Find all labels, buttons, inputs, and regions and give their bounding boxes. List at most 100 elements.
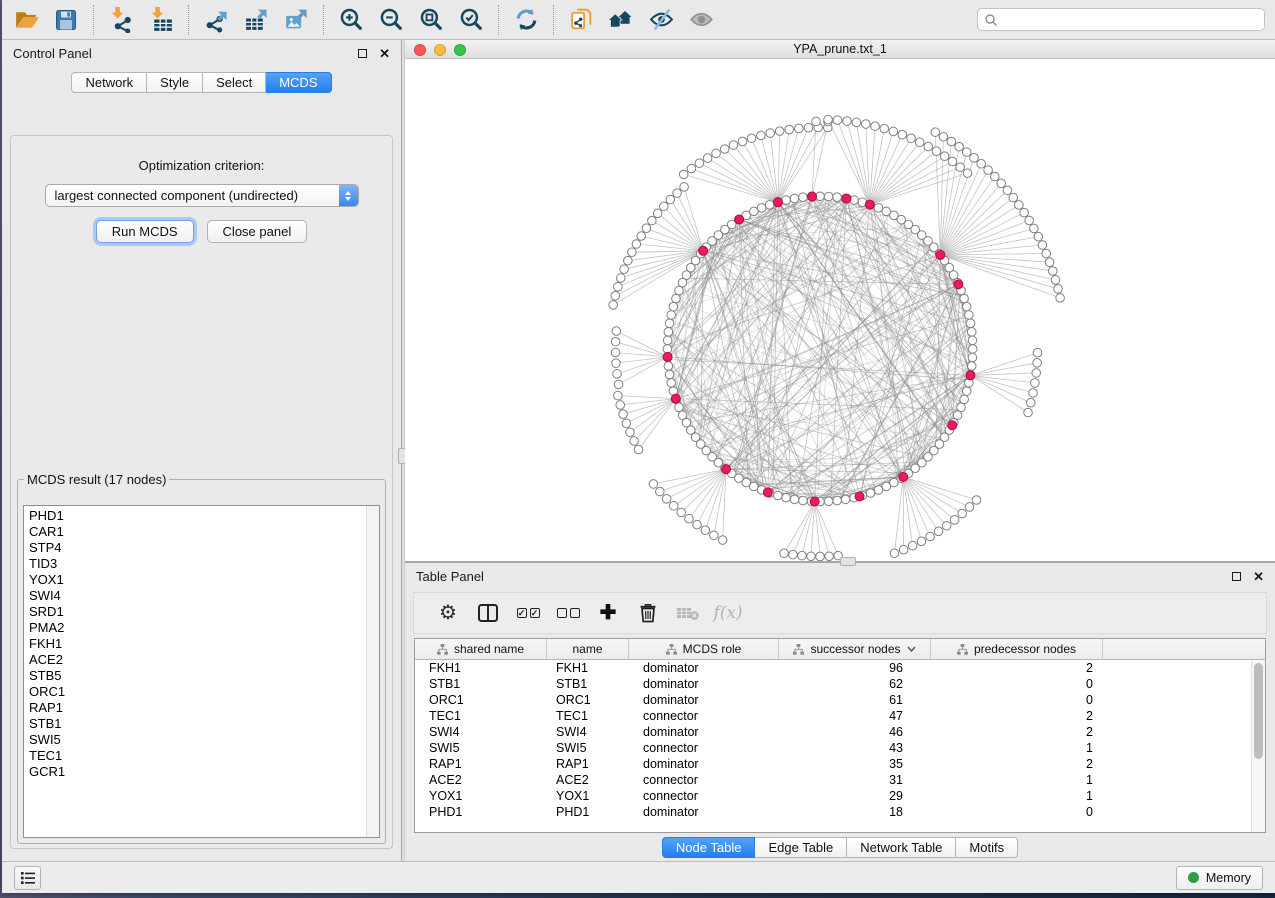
maximize-window-icon[interactable] — [454, 44, 466, 56]
mcds-result-item[interactable]: SWI4 — [24, 588, 365, 604]
mcds-result-item[interactable]: CAR1 — [24, 524, 365, 540]
select-all-columns-icon[interactable]: ✓✓ — [508, 596, 548, 630]
mcds-result-item[interactable]: PMA2 — [24, 620, 365, 636]
close-panel-button[interactable]: Close panel — [207, 220, 308, 243]
mcds-result-item[interactable]: SRD1 — [24, 604, 365, 620]
tab-style[interactable]: Style — [147, 72, 203, 93]
table-row[interactable]: TEC1TEC1connector472 — [415, 708, 1265, 724]
cell: YOX1 — [547, 789, 629, 803]
zoom-in-icon[interactable] — [331, 3, 371, 37]
mcds-result-item[interactable]: ORC1 — [24, 684, 365, 700]
mcds-result-item[interactable]: PHD1 — [24, 508, 365, 524]
search-input[interactable] — [1002, 13, 1258, 27]
close-panel-icon[interactable]: ✕ — [379, 47, 390, 60]
add-column-icon[interactable]: ✚ — [588, 596, 628, 630]
hide-selected-icon[interactable] — [641, 3, 681, 37]
mcds-result-item[interactable]: SWI5 — [24, 732, 365, 748]
table-tab-edge-table[interactable]: Edge Table — [755, 837, 847, 858]
table-row[interactable]: YOX1YOX1connector291 — [415, 788, 1265, 804]
save-icon[interactable] — [46, 3, 86, 37]
mcds-result-item[interactable]: GCR1 — [24, 764, 365, 780]
table-row[interactable]: RAP1RAP1dominator352 — [415, 756, 1265, 772]
export-table-icon[interactable] — [236, 3, 276, 37]
close-window-icon[interactable] — [414, 44, 426, 56]
import-network-icon[interactable] — [101, 3, 141, 37]
minimize-window-icon[interactable] — [434, 44, 446, 56]
mcds-result-item[interactable]: YOX1 — [24, 572, 365, 588]
deselect-all-columns-icon[interactable] — [548, 596, 588, 630]
mcds-result-list[interactable]: PHD1CAR1STP4TID3YOX1SWI4SRD1PMA2FKH1ACE2… — [23, 505, 380, 838]
table-body: FKH1FKH1dominator962STB1STB1dominator620… — [415, 660, 1265, 832]
table-tab-motifs[interactable]: Motifs — [956, 837, 1018, 858]
refresh-icon[interactable] — [506, 3, 546, 37]
export-image-icon[interactable] — [276, 3, 316, 37]
close-table-panel-icon[interactable]: ✕ — [1253, 570, 1264, 583]
cell: 2 — [931, 709, 1103, 723]
first-neighbors-icon[interactable] — [601, 3, 641, 37]
horizontal-splitter-handle[interactable] — [840, 557, 856, 566]
right-column: YPA_prune.txt_1 Table Panel ✕ ⚙ — [405, 40, 1275, 861]
zoom-fit-icon[interactable] — [411, 3, 451, 37]
mcds-result-item[interactable]: RAP1 — [24, 700, 365, 716]
network-canvas[interactable] — [405, 59, 1275, 561]
toolbar-separator — [323, 5, 324, 35]
cell: 1 — [931, 773, 1103, 787]
cell: 2 — [931, 661, 1103, 675]
import-table-icon[interactable] — [141, 3, 181, 37]
column-header-predecessor-nodes[interactable]: predecessor nodes — [931, 639, 1103, 659]
cell: dominator — [629, 757, 779, 771]
run-mcds-button[interactable]: Run MCDS — [96, 220, 194, 243]
table-row[interactable]: STB1STB1dominator620 — [415, 676, 1265, 692]
table-settings-icon[interactable]: ⚙ — [428, 596, 468, 630]
mcds-tab-content: Optimization criterion: largest connecte… — [10, 135, 393, 849]
show-all-icon[interactable] — [681, 3, 721, 37]
cell: dominator — [629, 805, 779, 819]
cell: 96 — [779, 661, 931, 675]
float-panel-icon[interactable] — [358, 49, 367, 58]
tab-select[interactable]: Select — [203, 72, 266, 93]
delete-column-icon[interactable] — [628, 596, 668, 630]
mcds-result-item[interactable]: TEC1 — [24, 748, 365, 764]
cell: 35 — [779, 757, 931, 771]
mcds-result-item[interactable]: STB1 — [24, 716, 365, 732]
mcds-result-item[interactable]: ACE2 — [24, 652, 365, 668]
list-scrollbar[interactable] — [366, 506, 379, 837]
cell: ACE2 — [415, 773, 547, 787]
zoom-selected-icon[interactable] — [451, 3, 491, 37]
scrollbar-thumb[interactable] — [1254, 663, 1263, 759]
column-header-name[interactable]: name — [547, 639, 629, 659]
column-header-MCDS-role[interactable]: MCDS role — [629, 639, 779, 659]
task-list-icon — [20, 871, 36, 885]
table-row[interactable]: ORC1ORC1dominator610 — [415, 692, 1265, 708]
table-row[interactable]: FKH1FKH1dominator962 — [415, 660, 1265, 676]
table-row[interactable]: SWI4SWI4dominator462 — [415, 724, 1265, 740]
cytoscape-window: Control Panel ✕ NetworkStyleSelectMCDS O… — [2, 0, 1275, 893]
open-folder-icon[interactable] — [6, 3, 46, 37]
tab-mcds[interactable]: MCDS — [266, 72, 331, 93]
export-network-icon[interactable] — [196, 3, 236, 37]
mcds-result-item[interactable]: TID3 — [24, 556, 365, 572]
cell: 31 — [779, 773, 931, 787]
memory-button[interactable]: Memory — [1176, 866, 1263, 890]
mcds-result-item[interactable]: STB5 — [24, 668, 365, 684]
new-network-from-selection-icon[interactable] — [561, 3, 601, 37]
table-row[interactable]: PHD1PHD1dominator180 — [415, 804, 1265, 820]
tab-network[interactable]: Network — [71, 72, 147, 93]
table-row[interactable]: ACE2ACE2connector311 — [415, 772, 1265, 788]
zoom-out-icon[interactable] — [371, 3, 411, 37]
table-tab-network-table[interactable]: Network Table — [847, 837, 956, 858]
float-table-panel-icon[interactable] — [1232, 572, 1241, 581]
table-scrollbar[interactable] — [1251, 660, 1265, 832]
network-graph[interactable] — [405, 59, 1275, 561]
cell: 62 — [779, 677, 931, 691]
task-history-button[interactable] — [14, 866, 41, 890]
table-tab-node-table[interactable]: Node Table — [662, 837, 756, 858]
search-field[interactable] — [977, 8, 1265, 31]
column-header-successor-nodes[interactable]: successor nodes — [779, 639, 931, 659]
mcds-result-item[interactable]: STP4 — [24, 540, 365, 556]
column-header-shared-name[interactable]: shared name — [415, 639, 547, 659]
criterion-dropdown[interactable]: largest connected component (undirected) — [45, 184, 359, 207]
mcds-result-item[interactable]: FKH1 — [24, 636, 365, 652]
table-row[interactable]: SWI5SWI5connector431 — [415, 740, 1265, 756]
split-columns-icon[interactable] — [468, 596, 508, 630]
